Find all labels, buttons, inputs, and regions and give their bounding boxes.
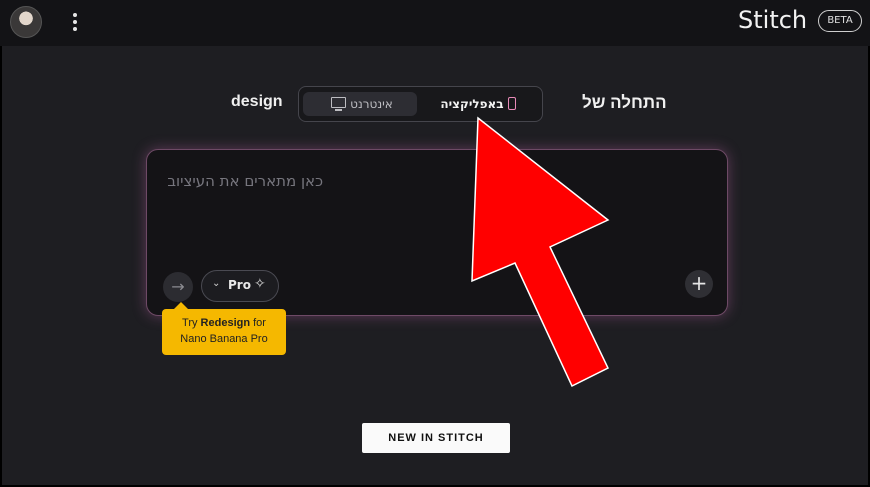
- annotation-arrow-icon: [471, 116, 610, 388]
